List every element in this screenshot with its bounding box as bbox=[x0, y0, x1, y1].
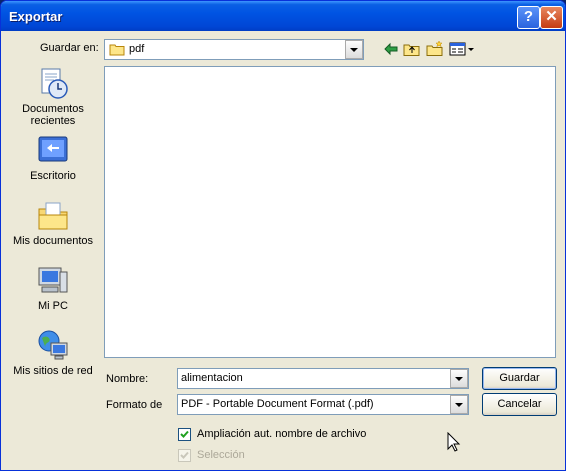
save-in-value: pdf bbox=[129, 43, 145, 55]
back-arrow-icon[interactable] bbox=[382, 40, 400, 58]
chevron-down-icon[interactable] bbox=[450, 395, 468, 414]
check-icon bbox=[180, 451, 189, 459]
place-label: Escritorio bbox=[30, 170, 76, 182]
mouse-cursor-icon bbox=[447, 432, 461, 452]
format-value: PDF - Portable Document Format (.pdf) bbox=[181, 398, 374, 410]
close-button[interactable]: ✕ bbox=[540, 6, 563, 29]
view-menu-icon[interactable] bbox=[449, 40, 475, 58]
place-label: Mis documentos bbox=[12, 235, 94, 247]
auto-extension-checkbox[interactable] bbox=[178, 428, 191, 441]
title-bar[interactable]: Exportar ? ✕ bbox=[1, 1, 565, 31]
save-in-dropdown[interactable]: pdf bbox=[104, 39, 364, 60]
format-label: Formato de bbox=[106, 399, 163, 411]
place-label: Mis sitios de red bbox=[13, 365, 93, 377]
my-computer-icon bbox=[38, 267, 68, 293]
export-dialog: Exportar ? ✕ Guardar en: pdf Documentos … bbox=[0, 0, 566, 471]
place-network[interactable]: Mis sitios de red bbox=[7, 329, 99, 377]
my-documents-icon bbox=[38, 202, 68, 230]
file-name-field[interactable]: alimentacion bbox=[177, 368, 469, 389]
place-desktop[interactable]: Escritorio bbox=[7, 134, 99, 182]
place-label: Documentos recientes bbox=[22, 103, 84, 127]
save-button[interactable]: Guardar bbox=[482, 367, 557, 390]
auto-extension-label: Ampliación aut. nombre de archivo bbox=[197, 428, 367, 440]
file-name-value: alimentacion bbox=[181, 372, 243, 384]
place-my-computer[interactable]: Mi PC bbox=[7, 264, 99, 312]
place-label: Mi PC bbox=[38, 300, 68, 312]
cancel-button[interactable]: Cancelar bbox=[482, 393, 557, 416]
help-button[interactable]: ? bbox=[517, 6, 540, 29]
file-name-label: Nombre: bbox=[106, 373, 149, 385]
save-in-label: Guardar en: bbox=[40, 42, 99, 54]
selection-checkbox bbox=[178, 449, 191, 462]
file-list[interactable] bbox=[104, 66, 556, 358]
folder-icon bbox=[109, 44, 125, 56]
chevron-down-icon[interactable] bbox=[450, 369, 468, 388]
desktop-icon bbox=[38, 136, 68, 162]
chevron-down-icon[interactable] bbox=[345, 40, 363, 59]
recent-documents-icon bbox=[41, 68, 68, 99]
up-folder-icon[interactable] bbox=[403, 40, 421, 58]
check-icon bbox=[180, 430, 189, 438]
selection-label: Selección bbox=[197, 449, 245, 461]
network-places-icon bbox=[38, 330, 68, 360]
new-folder-icon[interactable] bbox=[426, 40, 444, 58]
place-my-documents[interactable]: Mis documentos bbox=[7, 199, 99, 247]
place-recent-documents[interactable]: Documentos recientes bbox=[7, 67, 99, 127]
format-dropdown[interactable]: PDF - Portable Document Format (.pdf) bbox=[177, 394, 469, 415]
window-title: Exportar bbox=[9, 9, 63, 24]
